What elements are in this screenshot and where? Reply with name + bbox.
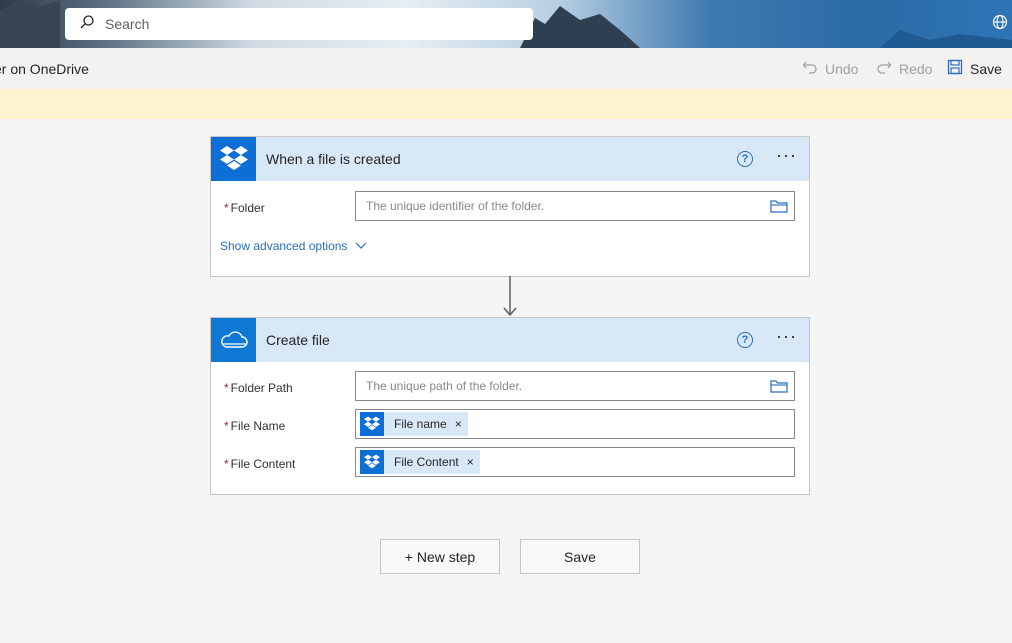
dropbox-icon (211, 137, 256, 181)
folder-path-input[interactable]: The unique path of the folder. (355, 371, 795, 401)
file-name-token[interactable]: File name × (360, 412, 468, 436)
required-marker: * (224, 201, 229, 215)
undo-button[interactable]: Undo (802, 59, 858, 78)
action-card-header[interactable]: Create file ? ··· (211, 318, 809, 362)
file-content-label: * File Content (224, 457, 296, 471)
search-icon (79, 14, 95, 35)
file-name-row: * File Name File name × (211, 409, 809, 447)
redo-button[interactable]: Redo (876, 59, 932, 78)
required-marker: * (224, 419, 229, 433)
redo-label: Redo (899, 60, 933, 77)
file-content-token-label: File Content (394, 455, 459, 469)
more-options-icon[interactable]: ··· (776, 145, 797, 166)
undo-icon (802, 59, 818, 78)
trigger-card-header[interactable]: When a file is created ? ··· (211, 137, 809, 181)
file-name-token-label: File name (394, 417, 447, 431)
notice-bar (0, 89, 1012, 119)
save-button[interactable]: Save (520, 539, 640, 574)
folder-placeholder: The unique identifier of the folder. (366, 199, 545, 213)
required-marker: * (224, 381, 229, 395)
show-advanced-options-link[interactable]: Show advanced options (220, 239, 367, 253)
globe-icon[interactable] (992, 14, 1008, 35)
show-advanced-options-label: Show advanced options (220, 239, 348, 253)
search-label: Search (105, 16, 150, 32)
folder-row: * Folder The unique identifier of the fol… (211, 191, 809, 229)
help-icon[interactable]: ? (737, 151, 753, 167)
folder-path-label: * Folder Path (224, 381, 293, 395)
file-name-input[interactable]: File name × (355, 409, 795, 439)
new-step-button[interactable]: + New step (380, 539, 500, 574)
folder-label: * Folder (224, 201, 265, 215)
folder-path-placeholder: The unique path of the folder. (366, 379, 523, 393)
flow-name: er on OneDrive (0, 61, 89, 77)
file-content-token[interactable]: File Content × (360, 450, 480, 474)
connector-arrow-icon (503, 276, 517, 317)
undo-label: Undo (825, 60, 859, 77)
file-content-input[interactable]: File Content × (355, 447, 795, 477)
command-bar: er on OneDrive Undo Redo Save (0, 48, 1012, 89)
help-icon[interactable]: ? (737, 332, 753, 348)
remove-token-icon[interactable]: × (455, 417, 462, 431)
dropbox-icon (360, 450, 384, 474)
save-icon (947, 59, 963, 78)
save-command-button[interactable]: Save (947, 59, 1002, 78)
trigger-card-title: When a file is created (266, 151, 401, 167)
folder-picker-icon[interactable] (770, 379, 788, 398)
folder-input[interactable]: The unique identifier of the folder. (355, 191, 795, 221)
required-marker: * (224, 457, 229, 471)
file-content-row: * File Content File Content × (211, 447, 809, 485)
action-card-title: Create file (266, 332, 330, 348)
folder-picker-icon[interactable] (770, 199, 788, 218)
redo-icon (876, 59, 892, 78)
search-box[interactable]: Search (65, 8, 533, 40)
remove-token-icon[interactable]: × (467, 455, 474, 469)
header-banner: Search (0, 0, 1012, 48)
chevron-down-icon (355, 239, 367, 253)
trigger-card: When a file is created ? ··· * Folder The… (210, 136, 810, 277)
save-command-label: Save (970, 60, 1002, 77)
folder-path-row: * Folder Path The unique path of the fold… (211, 371, 809, 409)
more-options-icon[interactable]: ··· (776, 326, 797, 347)
action-card: Create file ? ··· * Folder Path The uniqu… (210, 317, 810, 495)
file-name-label: * File Name (224, 419, 286, 433)
dropbox-icon (360, 412, 384, 436)
onedrive-icon (211, 318, 256, 362)
